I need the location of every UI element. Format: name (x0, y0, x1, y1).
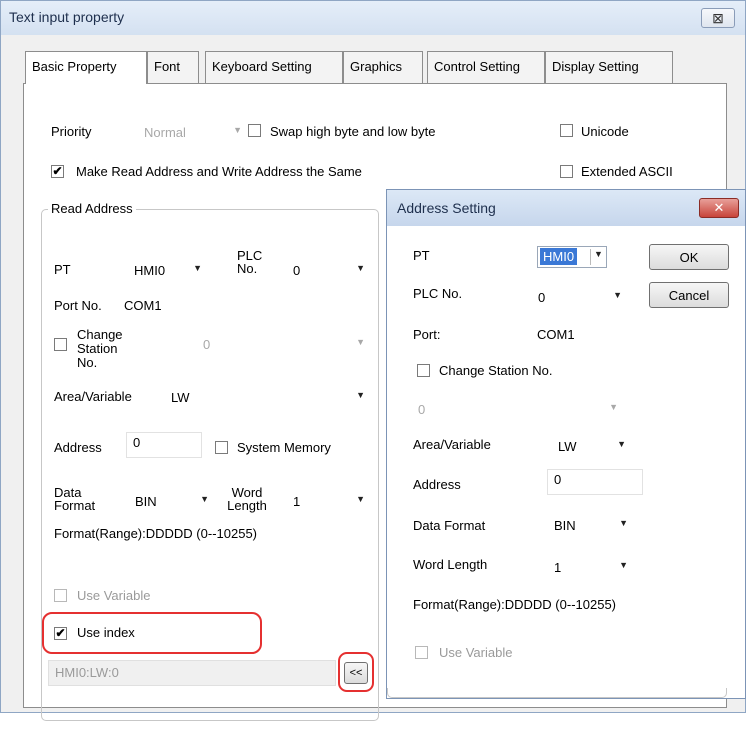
chevron-down-icon: ▼ (193, 263, 202, 273)
change-station-label: Change Station No. (77, 327, 123, 370)
as-data-format-label: Data Format (413, 518, 486, 533)
close-icon: ✕ (713, 200, 725, 215)
as-station-select[interactable]: 0 ▼ (411, 398, 623, 420)
tab-graphics[interactable]: Graphics (343, 51, 423, 83)
format-range-text: Format(Range):DDDDD (0--10255) (54, 526, 257, 541)
address-setting-title-bar: Address Setting ✕ (387, 190, 745, 226)
same-address-checkbox[interactable]: ✔ (51, 165, 64, 178)
priority-label: Priority (51, 124, 92, 139)
as-plc-no-label: PLC No. (413, 286, 463, 301)
system-memory-checkbox[interactable] (215, 441, 228, 454)
chevron-down-icon: ▼ (356, 494, 365, 504)
use-variable-checkbox[interactable] (54, 589, 67, 602)
extended-ascii-label: Extended ASCII (581, 164, 673, 179)
as-use-variable-label: Use Variable (439, 645, 513, 660)
address-display-field: HMI0:LW:0 (48, 660, 336, 686)
address-setting-title: Address Setting (397, 200, 496, 216)
area-label: Area/Variable (54, 389, 132, 404)
station-select[interactable]: 0 ▼ (196, 333, 370, 355)
address-setting-dialog: Address Setting ✕ PT HMI0 ▼ OK Cancel PL… (386, 189, 746, 699)
as-bottom-frame (387, 688, 727, 698)
dialog-title: Text input property (9, 9, 125, 25)
as-area-label: Area/Variable (413, 437, 491, 452)
system-memory-label: System Memory (237, 440, 331, 455)
close-button[interactable]: ⊠ (701, 8, 735, 28)
as-address-input[interactable]: 0 (547, 469, 643, 495)
unicode-checkbox[interactable] (560, 124, 573, 137)
tab-display-setting[interactable]: Display Setting (545, 51, 673, 83)
expand-address-button[interactable]: << (344, 662, 368, 684)
area-select[interactable]: LW ▼ (164, 386, 370, 408)
as-format-range-text: Format(Range):DDDDD (0--10255) (413, 597, 616, 612)
as-change-station-checkbox[interactable] (417, 364, 430, 377)
as-data-format-select[interactable]: BIN ▼ (547, 514, 643, 536)
tab-font[interactable]: Font (147, 51, 199, 83)
cancel-button[interactable]: Cancel (649, 282, 729, 308)
swap-bytes-checkbox[interactable] (248, 124, 261, 137)
address-setting-close-button[interactable]: ✕ (699, 198, 739, 218)
as-port-label: Port: (413, 327, 441, 342)
use-index-checkbox[interactable]: ✔ (54, 627, 67, 640)
check-icon: ✔ (52, 164, 63, 178)
as-pt-select[interactable]: HMI0 ▼ (537, 246, 607, 268)
port-value: COM1 (124, 298, 162, 313)
as-port-value: COM1 (537, 327, 575, 342)
tab-control-setting[interactable]: Control Setting (427, 51, 545, 83)
chevron-down-icon: ▼ (233, 125, 242, 135)
chevron-down-icon: ▼ (356, 263, 365, 273)
pt-select[interactable]: HMI0 ▼ (127, 259, 217, 281)
read-address-title: Read Address (48, 201, 136, 216)
close-icon: ⊠ (712, 9, 724, 26)
swap-bytes-label: Swap high byte and low byte (270, 124, 436, 139)
chevron-down-icon: ▼ (356, 390, 365, 400)
change-station-checkbox[interactable] (54, 338, 67, 351)
data-format-select[interactable]: BIN ▼ (128, 490, 218, 512)
word-length-select[interactable]: 1 ▼ (286, 490, 370, 512)
plc-no-label: PLC No. (237, 248, 263, 276)
use-index-highlight (42, 612, 262, 654)
use-index-label: Use index (77, 625, 135, 640)
as-word-length-select[interactable]: 1 ▼ (547, 556, 643, 578)
data-format-label: Data Format (54, 485, 96, 513)
chevron-down-icon: ▼ (200, 494, 209, 504)
extended-ascii-checkbox[interactable] (560, 165, 573, 178)
as-use-variable-checkbox[interactable] (415, 646, 428, 659)
address-input[interactable]: 0 (126, 432, 202, 458)
tab-keyboard-setting[interactable]: Keyboard Setting (205, 51, 343, 83)
as-word-length-label: Word Length (413, 557, 488, 572)
tab-basic-property[interactable]: Basic Property (25, 51, 147, 84)
as-area-select[interactable]: LW ▼ (551, 435, 641, 457)
as-plc-no-select[interactable]: 0 ▼ (531, 286, 627, 308)
as-address-label: Address (413, 477, 461, 492)
unicode-label: Unicode (581, 124, 629, 139)
pt-label: PT (54, 262, 71, 277)
as-pt-label: PT (413, 248, 430, 263)
use-variable-label: Use Variable (77, 588, 151, 603)
address-label: Address (54, 440, 102, 455)
chevron-down-icon: ▼ (356, 337, 365, 347)
chevron-down-icon: ▼ (590, 249, 604, 265)
same-address-label: Make Read Address and Write Address the … (76, 164, 362, 179)
port-label: Port No. (54, 298, 102, 313)
word-length-label: Word Length (227, 485, 267, 513)
check-icon: ✔ (55, 626, 66, 640)
chevron-down-icon: ▼ (613, 290, 622, 300)
chevron-down-icon: ▼ (619, 560, 628, 570)
chevron-down-icon: ▼ (619, 518, 628, 528)
as-change-station-label: Change Station No. (439, 363, 553, 378)
priority-select[interactable]: Normal ▼ (137, 121, 247, 143)
title-bar: Text input property ⊠ (1, 1, 745, 35)
chevron-down-icon: ▼ (617, 439, 626, 449)
plc-no-select[interactable]: 0 ▼ (286, 259, 370, 281)
chevron-down-icon: ▼ (609, 402, 618, 412)
ok-button[interactable]: OK (649, 244, 729, 270)
